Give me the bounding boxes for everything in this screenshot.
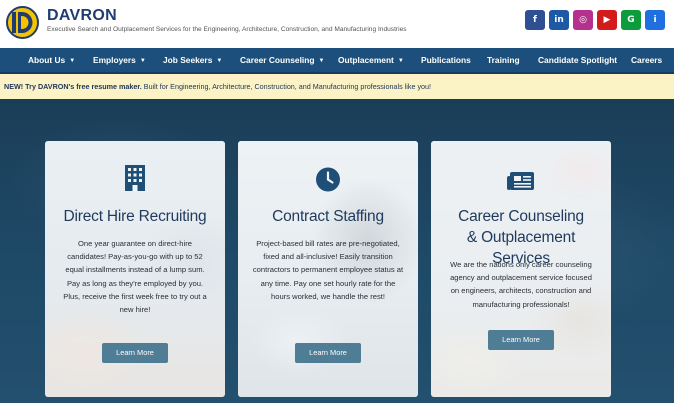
nav-item-label: Career Counseling xyxy=(240,55,315,65)
social-links: f in ◎ ▶ G i xyxy=(525,10,665,30)
service-card-career-counseling: Career Counseling & Outplacement Service… xyxy=(431,141,611,397)
nav-item-about-us[interactable]: About Us ▼ xyxy=(28,48,75,72)
nav-item-publications[interactable]: Publications xyxy=(421,48,471,72)
nav-item-careers[interactable]: Careers xyxy=(631,48,662,72)
instagram-icon[interactable]: ◎ xyxy=(573,10,593,30)
banner-lead: NEW! Try DAVRON's free resume maker. xyxy=(4,82,142,91)
nav-item-career-counseling[interactable]: Career Counseling ▼ xyxy=(240,48,324,72)
service-card-direct-hire: Direct Hire Recruiting One year guarante… xyxy=(45,141,225,397)
banner-text[interactable]: NEW! Try DAVRON's free resume maker. Bui… xyxy=(4,82,431,91)
nav-item-job-seekers[interactable]: Job Seekers ▼ xyxy=(163,48,222,72)
nav-item-label: Outplacement xyxy=(338,55,394,65)
newspaper-icon xyxy=(507,172,534,190)
card-content: Career Counseling & Outplacement Service… xyxy=(431,141,611,397)
nav-item-training[interactable]: Training xyxy=(487,48,520,72)
chevron-down-icon: ▼ xyxy=(216,58,223,64)
brand-name[interactable]: DAVRON xyxy=(47,7,117,25)
nav-item-label: Candidate Spotlight xyxy=(538,55,618,65)
announcement-banner[interactable]: NEW! Try DAVRON's free resume maker. Bui… xyxy=(0,74,674,99)
card-description: Project-based bill rates are pre-negotia… xyxy=(252,239,404,301)
chevron-down-icon: ▼ xyxy=(139,58,146,64)
learn-more-button[interactable]: Learn More xyxy=(295,343,361,363)
learn-more-button[interactable]: Learn More xyxy=(488,330,554,350)
card-content: Direct Hire Recruiting One year guarante… xyxy=(45,141,225,397)
clock-icon xyxy=(316,167,340,192)
linkedin-icon[interactable]: in xyxy=(549,10,569,30)
nav-item-label: Employers xyxy=(93,55,136,65)
chevron-down-icon: ▼ xyxy=(318,58,325,64)
nav-item-outplacement[interactable]: Outplacement ▼ xyxy=(338,48,404,72)
learn-more-button[interactable]: Learn More xyxy=(102,343,168,363)
chevron-down-icon: ▼ xyxy=(69,58,76,64)
nav-item-candidate-spotlight[interactable]: Candidate Spotlight xyxy=(538,48,617,72)
nav-item-label: Job Seekers xyxy=(163,55,213,65)
info-icon[interactable]: i xyxy=(645,10,665,30)
nav-item-employers[interactable]: Employers ▼ xyxy=(93,48,146,72)
banner-rest: Built for Engineering, Architecture, Con… xyxy=(141,82,432,91)
chevron-down-icon: ▼ xyxy=(397,58,404,64)
building-icon xyxy=(125,165,145,191)
card-title: Contract Staffing xyxy=(272,208,384,225)
card-content: Contract Staffing Project-based bill rat… xyxy=(238,141,418,397)
card-description: One year guarantee on direct-hire candid… xyxy=(63,239,207,315)
main-nav: About Us ▼ Employers ▼ Job Seekers ▼ Career… xyxy=(0,48,674,74)
site-header: DAVRON Executive Search and Outplacement… xyxy=(0,0,674,48)
nav-item-label: Training xyxy=(487,55,520,65)
brand-tagline: Executive Search and Outplacement Servic… xyxy=(47,26,407,33)
nav-item-label: About Us xyxy=(28,55,66,65)
davron-logo-icon[interactable] xyxy=(6,6,39,39)
nav-item-label: Publications xyxy=(421,55,471,65)
glassdoor-icon[interactable]: G xyxy=(621,10,641,30)
card-description: We are the nations only career counselin… xyxy=(450,260,592,309)
youtube-icon[interactable]: ▶ xyxy=(597,10,617,30)
service-card-contract-staffing: Contract Staffing Project-based bill rat… xyxy=(238,141,418,397)
facebook-icon[interactable]: f xyxy=(525,10,545,30)
nav-item-label: Careers xyxy=(631,55,663,65)
card-title: Direct Hire Recruiting xyxy=(63,208,207,225)
